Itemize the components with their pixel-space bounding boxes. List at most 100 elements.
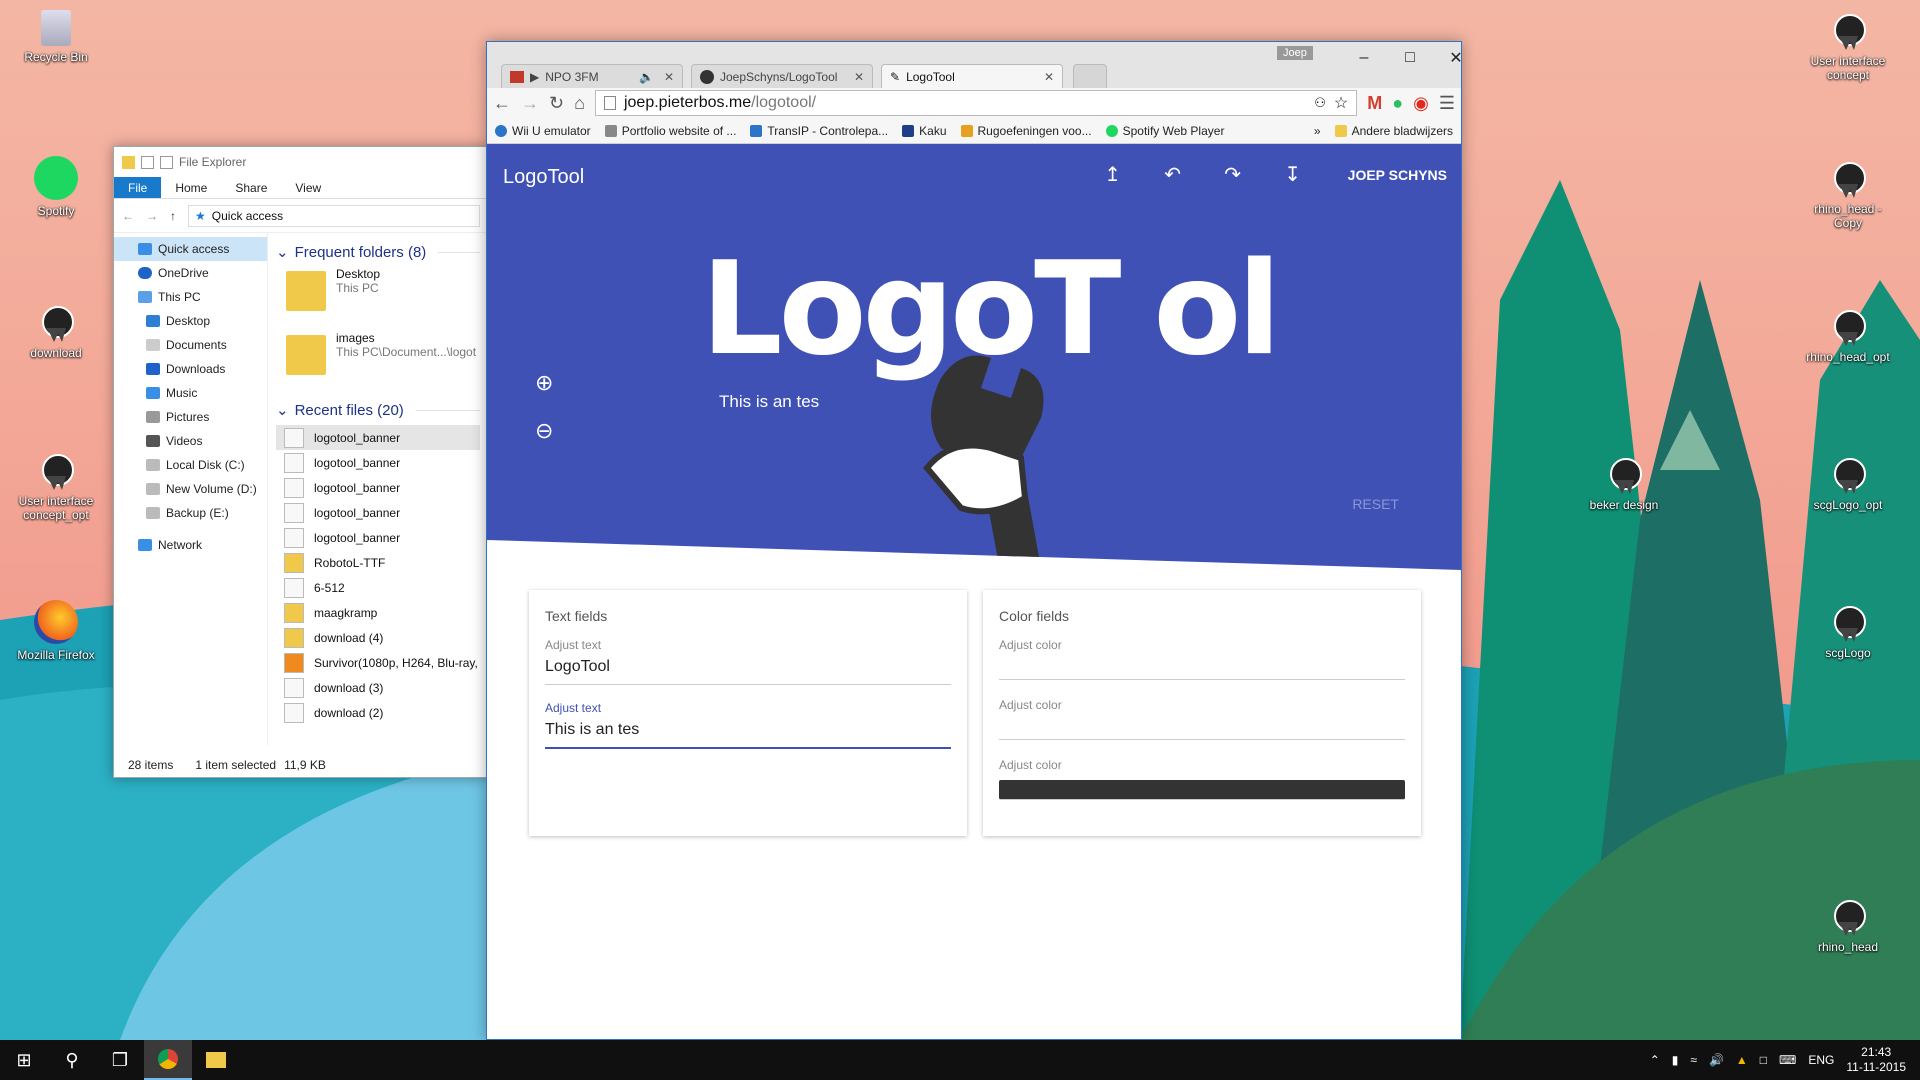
forward-arrow-icon[interactable]: → [146, 209, 158, 223]
tab-npo-3fm[interactable]: ▶ NPO 3FM 🔈 ✕ [501, 64, 683, 88]
reset-button[interactable]: RESET [1352, 496, 1399, 512]
close-tab-icon[interactable]: ✕ [854, 70, 864, 84]
evernote-icon[interactable]: ● [1392, 93, 1403, 114]
back-icon[interactable]: ← [493, 93, 511, 114]
nav-this-pc[interactable]: This PC [114, 285, 267, 309]
recent-file-item[interactable]: maagkramp [276, 600, 480, 625]
desktop-icon-ui-concept-opt[interactable]: User interface concept_opt [8, 450, 104, 522]
user-name-button[interactable]: JOEP SCHYNS [1348, 167, 1447, 183]
bookmark-portfolio[interactable]: Portfolio website of ... [604, 124, 736, 138]
battery-icon[interactable]: ▮ [1672, 1053, 1679, 1067]
color-field[interactable]: Adjust color [999, 758, 1405, 800]
task-view-icon[interactable]: ❐ [96, 1040, 144, 1080]
gmail-icon[interactable]: M [1367, 93, 1382, 114]
nav-network[interactable]: Network [114, 533, 267, 557]
text-input[interactable]: This is an tes [545, 715, 951, 749]
keyboard-icon[interactable]: ⌨ [1779, 1053, 1796, 1067]
volume-icon[interactable]: 🔊 [1709, 1053, 1724, 1067]
forward-icon[interactable]: → [521, 93, 539, 114]
color-swatch[interactable] [999, 780, 1405, 800]
bookmark-spotify[interactable]: Spotify Web Player [1105, 124, 1224, 138]
desktop-icon-download[interactable]: download [8, 302, 104, 360]
recent-file-item[interactable]: logotool_banner [276, 475, 480, 500]
new-tab-button[interactable] [1073, 64, 1107, 88]
color-swatch[interactable] [999, 720, 1405, 740]
nav-music[interactable]: Music [114, 381, 267, 405]
chrome-taskbar-icon[interactable] [144, 1040, 192, 1080]
desktop-icon-rhino-head[interactable]: rhino_head [1800, 896, 1896, 954]
wifi-icon[interactable]: ≈ [1690, 1053, 1697, 1067]
text-field[interactable]: Adjust text This is an tes [545, 701, 951, 749]
minimize-button[interactable]: – [1347, 48, 1381, 68]
translate-icon[interactable]: ⚇ [1314, 95, 1326, 111]
tab-github[interactable]: JoepSchyns/LogoTool ✕ [691, 64, 873, 88]
new-folder-icon[interactable] [160, 155, 173, 169]
nav-quick-access[interactable]: Quick access [114, 237, 267, 261]
menu-icon[interactable]: ☰ [1439, 93, 1455, 114]
desktop-icon-firefox[interactable]: Mozilla Firefox [8, 600, 104, 662]
maximize-button[interactable]: □ [1393, 48, 1427, 68]
frequent-folders-header[interactable]: ⌄ Frequent folders (8) [276, 237, 480, 267]
nav-new-volume-d[interactable]: New Volume (D:) [114, 477, 267, 501]
back-arrow-icon[interactable]: ← [122, 209, 134, 223]
redo-button[interactable]: ↷ [1220, 162, 1246, 187]
undo-button[interactable]: ↶ [1160, 162, 1186, 187]
recent-file-item[interactable]: download (4) [276, 625, 480, 650]
desktop-icon-scglogo[interactable]: scgLogo [1800, 602, 1896, 660]
recent-file-item[interactable]: logotool_banner [276, 500, 480, 525]
nav-local-disk-c[interactable]: Local Disk (C:) [114, 453, 267, 477]
frequent-folder-item[interactable]: images This PC\Document...\logot [276, 331, 480, 395]
language-indicator[interactable]: ENG [1808, 1053, 1834, 1067]
recent-file-item[interactable]: logotool_banner [276, 450, 480, 475]
nav-pictures[interactable]: Pictures [114, 405, 267, 429]
nav-desktop[interactable]: Desktop [114, 309, 267, 333]
desktop-icon-rhino-head-copy[interactable]: rhino_head - Copy [1800, 158, 1896, 230]
start-button[interactable]: ⊞ [0, 1040, 48, 1080]
close-window-button[interactable]: ✕ [1439, 48, 1473, 68]
nav-documents[interactable]: Documents [114, 333, 267, 357]
recent-file-item[interactable]: logotool_banner [276, 525, 480, 550]
text-field[interactable]: Adjust text LogoTool [545, 638, 951, 685]
properties-icon[interactable] [141, 155, 154, 169]
omnibox[interactable]: joep.pieterbos.me/logotool/ ⚇ ☆ [594, 90, 1358, 116]
desktop-icon-rhino-head-opt[interactable]: rhino_head_opt [1800, 306, 1896, 364]
color-field[interactable]: Adjust color [999, 638, 1405, 680]
recent-file-item[interactable]: 6-512 [276, 575, 480, 600]
speaker-icon[interactable]: 🔈 [639, 70, 654, 84]
bookmark-wii-u[interactable]: Wii U emulator [495, 124, 591, 138]
color-field[interactable]: Adjust color [999, 698, 1405, 740]
zoom-out-icon[interactable]: ⊖ [535, 418, 553, 444]
clock[interactable]: 21:43 11-11-2015 [1846, 1045, 1906, 1075]
profile-chip[interactable]: Joep [1277, 46, 1313, 60]
search-icon[interactable]: ⚲ [48, 1040, 96, 1080]
adblock-icon[interactable]: ◉ [1413, 93, 1429, 114]
chevron-up-icon[interactable]: ⌃ [1650, 1053, 1660, 1067]
desktop-icon-spotify[interactable]: Spotify [8, 156, 104, 218]
address-bar[interactable]: ★ Quick access [188, 204, 480, 227]
bookmark-star-icon[interactable]: ☆ [1334, 93, 1348, 113]
file-explorer-taskbar-icon[interactable] [192, 1040, 240, 1080]
up-arrow-icon[interactable]: ↑ [170, 209, 176, 223]
text-input[interactable]: LogoTool [545, 652, 951, 685]
recent-file-item[interactable]: download (3) [276, 675, 480, 700]
bookmark-rugoefeningen[interactable]: Rugoefeningen voo... [960, 124, 1092, 138]
notifications-icon[interactable]: □ [1760, 1053, 1767, 1067]
upload-button[interactable]: ↥ [1100, 162, 1126, 187]
close-tab-icon[interactable]: ✕ [664, 70, 674, 84]
color-swatch[interactable] [999, 660, 1405, 680]
desktop-icon-beker-design[interactable]: beker design [1576, 454, 1672, 512]
nav-onedrive[interactable]: OneDrive [114, 261, 267, 285]
recent-file-item[interactable]: Survivor(1080p, H264, Blu-ray, [276, 650, 480, 675]
bookmark-kaku[interactable]: Kaku [902, 124, 947, 138]
nav-downloads[interactable]: Downloads [114, 357, 267, 381]
recent-file-item[interactable]: RobotoL-TTF [276, 550, 480, 575]
ribbon-tab-share[interactable]: Share [221, 177, 281, 198]
tab-logotool[interactable]: ✎ LogoTool ✕ [881, 64, 1063, 88]
bookmark-transip[interactable]: TransIP - Controlepa... [750, 124, 888, 138]
recent-file-item[interactable]: download (2) [276, 700, 480, 725]
reload-icon[interactable]: ↻ [549, 93, 564, 114]
drive-sync-icon[interactable]: ▲ [1736, 1053, 1748, 1067]
nav-videos[interactable]: Videos [114, 429, 267, 453]
close-tab-icon[interactable]: ✕ [1044, 70, 1054, 84]
zoom-in-icon[interactable]: ⊕ [535, 370, 553, 396]
